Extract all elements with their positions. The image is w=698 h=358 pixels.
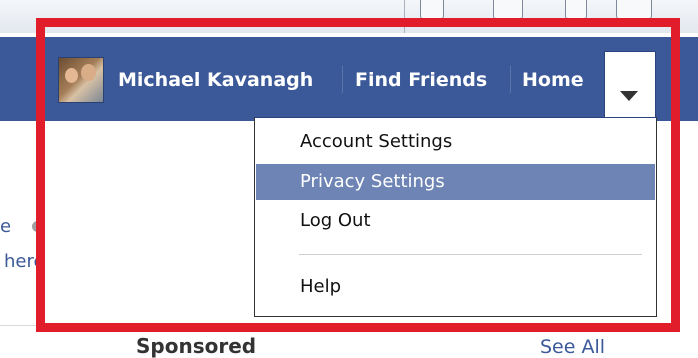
account-dropdown-menu: Account Settings Privacy Settings Log Ou… xyxy=(254,117,657,317)
left-partial-text: e xyxy=(0,216,12,237)
sponsored-heading: Sponsored xyxy=(136,334,257,358)
page-icon[interactable] xyxy=(565,0,587,19)
menu-item-log-out[interactable]: Log Out xyxy=(256,203,655,239)
toolbar-icon[interactable] xyxy=(420,0,444,19)
browser-toolbar-strip xyxy=(0,0,698,33)
avatar-face-icon xyxy=(81,64,96,81)
rss-icon[interactable] xyxy=(493,0,523,19)
chevron-down-icon xyxy=(620,91,638,101)
left-partial-link[interactable]: here xyxy=(4,251,45,272)
menu-divider xyxy=(299,254,642,255)
find-friends-link[interactable]: Find Friends xyxy=(355,68,487,92)
nav-separator xyxy=(510,66,511,93)
facebook-header-bar xyxy=(0,37,698,121)
profile-name-link[interactable]: Michael Kavanagh xyxy=(118,68,313,92)
account-menu-toggle[interactable] xyxy=(604,51,656,118)
menu-item-privacy-settings[interactable]: Privacy Settings xyxy=(256,164,655,200)
status-dot-icon xyxy=(32,221,43,232)
menu-item-help[interactable]: Help xyxy=(256,269,655,305)
avatar-face-icon xyxy=(65,68,78,83)
home-link[interactable]: Home xyxy=(522,68,584,92)
toolbar-divider xyxy=(404,0,405,33)
menu-item-account-settings[interactable]: Account Settings xyxy=(256,124,655,160)
left-divider xyxy=(0,325,48,326)
nav-separator xyxy=(342,66,343,93)
print-icon[interactable] xyxy=(616,0,652,19)
avatar[interactable] xyxy=(58,57,104,103)
see-all-link[interactable]: See All xyxy=(540,336,605,358)
